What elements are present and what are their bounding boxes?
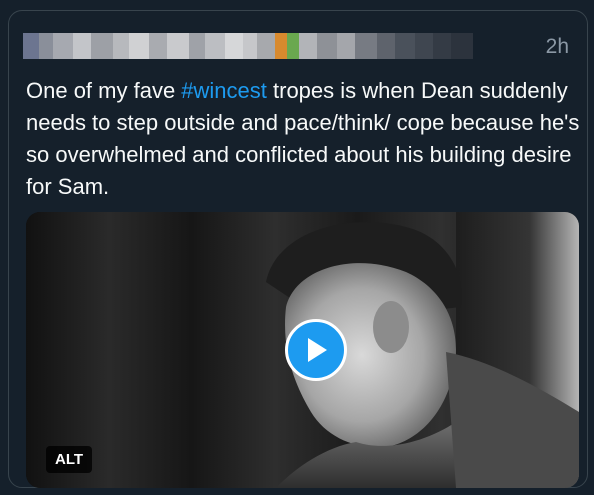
redacted-author-info [23,33,523,59]
tweet-text: One of my fave #wincest tropes is when D… [26,75,586,203]
tweet-card[interactable]: 2h One of my fave #wincest tropes is whe… [8,10,588,488]
video-player[interactable]: ALT [26,212,579,488]
tweet-timestamp[interactable]: 2h [546,35,569,59]
alt-text-badge[interactable]: ALT [46,446,93,473]
tweet-text-before: One of my fave [26,78,182,103]
tweet-header: 2h [23,33,569,59]
play-button[interactable] [285,319,347,381]
hashtag-link[interactable]: #wincest [181,78,267,103]
play-icon [308,338,327,362]
